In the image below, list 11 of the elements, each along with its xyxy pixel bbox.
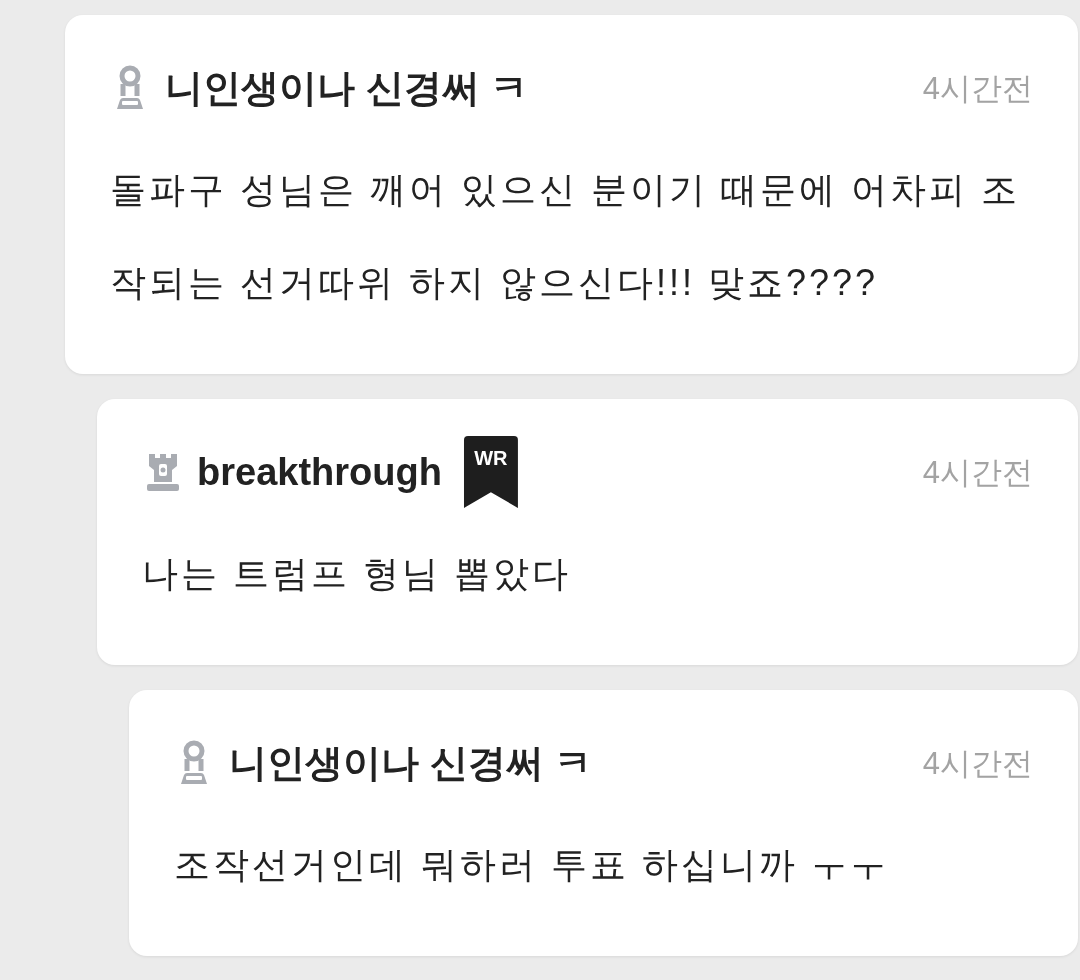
username[interactable]: 니인생이나 신경써 ㅋ [229,744,593,782]
timestamp: 4시간전 [922,747,1033,779]
comment-text: 조작선거인데 뭐하러 투표 하십니까 ㅜㅜ [174,843,890,887]
comment-text: 돌파구 성님은 깨어 있으신 분이기 때문에 어차피 조작되는 선거따위 하지 않으신다!!! 맞죠???? [110,168,1021,305]
username[interactable]: breakthrough [197,453,442,491]
username[interactable]: 니인생이나 신경써 ㅋ [165,69,529,107]
comment-text: 나는 트럼프 형님 뽑았다 [142,552,572,596]
timestamp: 4시간전 [922,456,1033,488]
rook-icon [145,452,181,492]
rank-badge: WR [463,436,518,508]
timestamp: 4시간전 [922,72,1033,104]
